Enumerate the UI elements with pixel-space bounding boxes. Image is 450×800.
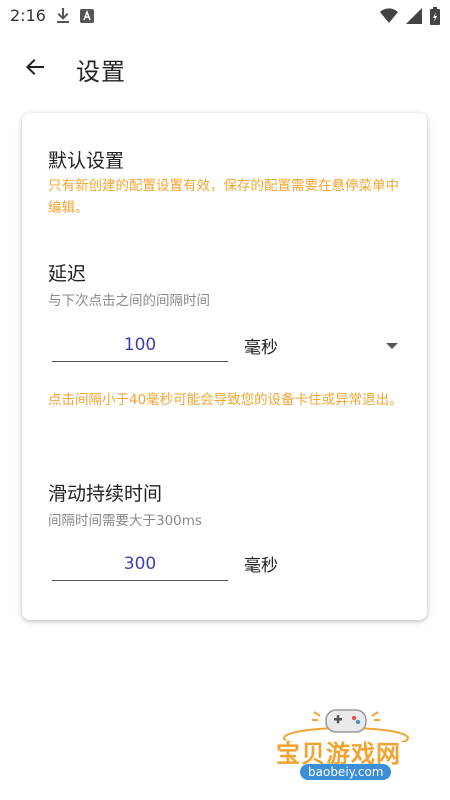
- delay-title: 延迟: [48, 263, 87, 285]
- swipe-duration-title: 滑动持续时间: [48, 483, 163, 505]
- default-settings-title: 默认设置: [48, 150, 125, 172]
- delay-unit-label: 毫秒: [244, 338, 278, 358]
- default-settings-note: 只有新创建的配置设置有效，保存的配置需要在悬停菜单中编辑。: [48, 178, 399, 216]
- status-time: 2:16: [10, 6, 46, 25]
- watermark: 宝贝游戏网 baobeiy.com: [268, 702, 428, 792]
- page-title: 设置: [76, 58, 126, 86]
- dropdown-arrow-icon: [386, 343, 398, 349]
- delay-subtitle: 与下次点击之间的间隔时间: [48, 293, 210, 309]
- wifi-icon: [380, 8, 398, 28]
- swipe-duration-input[interactable]: [52, 548, 228, 581]
- settings-card: 默认设置 只有新创建的配置设置有效，保存的配置需要在悬停菜单中编辑。 延迟 与下…: [22, 113, 427, 620]
- delay-input[interactable]: [52, 329, 228, 362]
- swipe-duration-subtitle: 间隔时间需要大于300ms: [48, 513, 202, 529]
- app-bar: 设置: [0, 44, 450, 90]
- status-bar: 2:16: [0, 0, 450, 32]
- back-button[interactable]: [18, 50, 52, 84]
- watermark-url: baobeiy.com: [300, 764, 392, 780]
- delay-unit-select[interactable]: 毫秒: [240, 329, 400, 361]
- delay-warning: 点击间隔小于40毫秒可能会导致您的设备卡住或异常退出。: [48, 392, 403, 408]
- signal-icon: [406, 8, 422, 28]
- app-notification-icon: [80, 8, 94, 27]
- swipe-duration-unit: 毫秒: [244, 556, 278, 576]
- arrow-back-icon: [26, 59, 44, 75]
- download-icon: [56, 7, 70, 27]
- battery-icon: [430, 7, 440, 29]
